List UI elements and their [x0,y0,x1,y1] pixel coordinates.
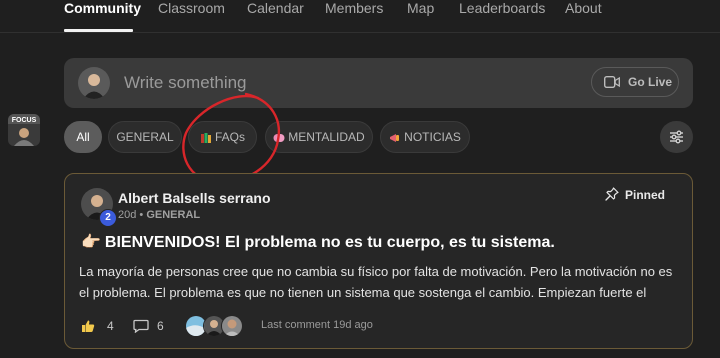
commenter-avatar[interactable] [221,315,243,337]
thumbs-up-icon[interactable] [81,319,95,333]
video-camera-icon [604,76,620,88]
pinned-indicator: Pinned [605,187,666,202]
write-something-input[interactable]: Write something [124,73,247,93]
filter-chip-label: NOTICIAS [404,130,461,144]
comment-count: 6 [157,319,164,333]
filter-chip-general[interactable]: GENERAL [108,121,182,153]
level-badge: 2 [99,209,117,227]
community-thumbnail[interactable]: FOCUS [8,114,40,146]
post-author[interactable]: Albert Balsells serrano [118,190,271,206]
community-thumbnail-image: FOCUS [8,114,40,146]
tab-leaderboards[interactable]: Leaderboards [459,0,545,16]
post-footer: 4 6 Last comment 19d ago [81,315,661,337]
filter-chip-label: FAQs [214,130,245,144]
meta-separator: • [139,209,144,221]
like-count: 4 [107,319,114,333]
post-composer[interactable]: Write something Go Live [64,58,693,108]
post-body: La mayoría de personas cree que no cambi… [79,264,673,300]
pointing-hand-icon: 👉🏻 [81,234,101,251]
go-live-button[interactable]: Go Live [591,67,679,97]
sliders-icon [670,130,683,144]
megaphone-icon [390,133,400,142]
tab-map[interactable]: Map [407,0,434,16]
post-meta: 20d • GENERAL [118,209,200,221]
books-icon [200,132,211,143]
tab-about[interactable]: About [565,0,602,16]
tab-community[interactable]: Community [64,0,141,16]
community-thumbnail-text: FOCUS [12,117,37,124]
post-age: 20d [118,209,137,221]
filter-chip-noticias[interactable]: NOTICIAS [380,121,470,153]
post-category[interactable]: GENERAL [146,209,200,221]
commenter-avatar-image [222,316,242,336]
go-live-label: Go Live [628,75,673,89]
filter-settings-button[interactable] [660,121,693,153]
post-title-text: BIENVENIDOS! El problema no es tu cuerpo… [104,234,555,251]
filter-chip-label: All [76,130,90,144]
comment-icon[interactable] [133,319,149,333]
tab-classroom[interactable]: Classroom [158,0,225,16]
last-comment-time: Last comment 19d ago [261,319,373,331]
brain-icon [273,133,285,142]
pin-icon [605,187,619,201]
filter-chip-all[interactable]: All [64,121,102,153]
filter-chip-mentalidad[interactable]: MENTALIDAD [265,121,373,153]
active-tab-indicator [64,29,133,32]
tab-members[interactable]: Members [325,0,383,16]
pinned-label: Pinned [625,188,666,202]
filter-chip-label: MENTALIDAD [288,130,365,144]
tab-calendar[interactable]: Calendar [247,0,304,16]
user-avatar-image [78,67,110,99]
avatar [78,67,110,99]
filter-chip-faqs[interactable]: FAQs [188,121,257,153]
filter-chip-label: GENERAL [116,130,174,144]
pinned-post-card[interactable]: 2 Albert Balsells serrano 20d • GENERAL … [64,173,693,349]
top-navigation: Community Classroom Calendar Members Map… [0,0,720,33]
post-title[interactable]: 👉🏻 BIENVENIDOS! El problema no es tu cuer… [81,232,555,252]
